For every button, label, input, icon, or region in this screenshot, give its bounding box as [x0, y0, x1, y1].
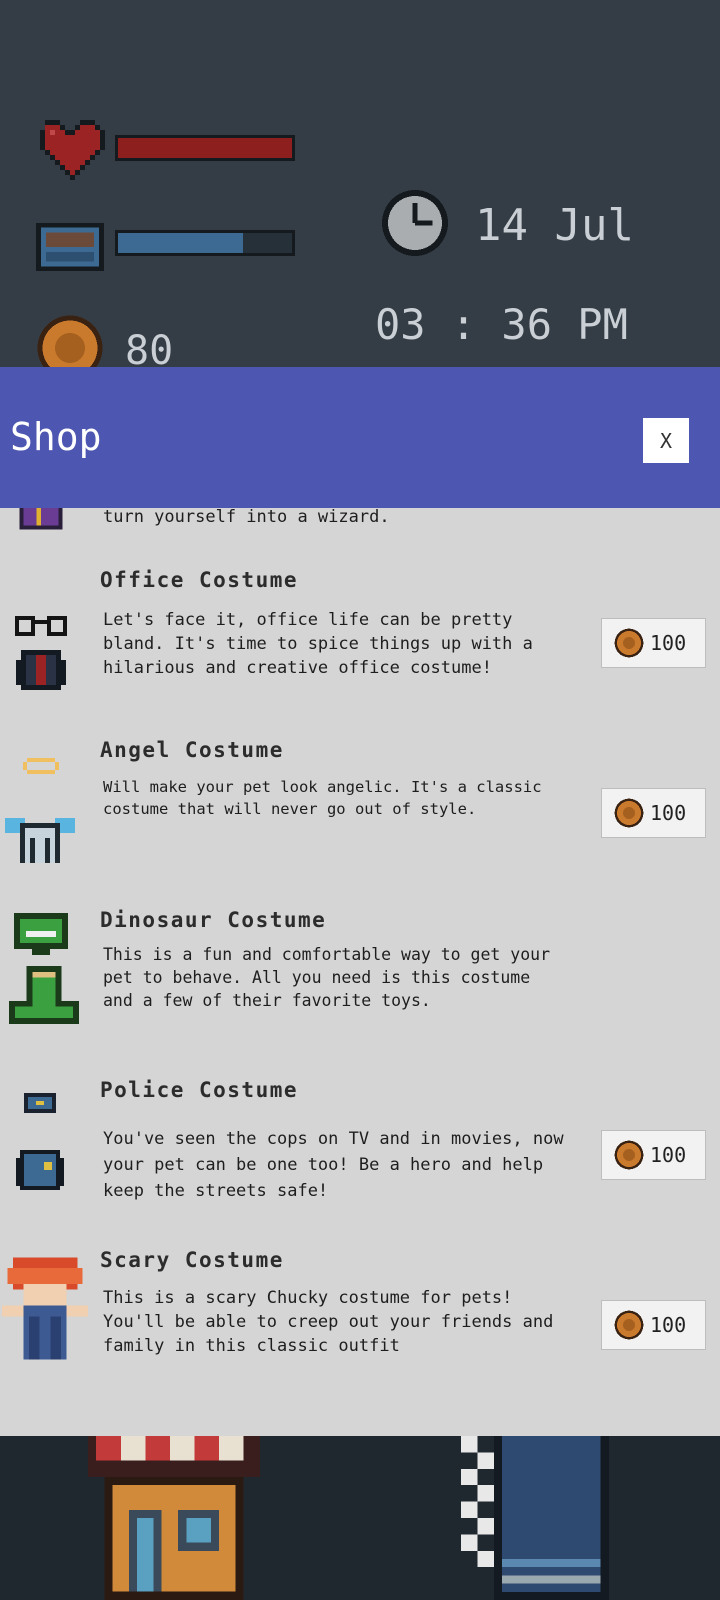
- item-title: Scary Costume: [100, 1248, 284, 1272]
- list-item-police[interactable]: Police Costume You've seen the cops on T…: [0, 1078, 720, 1228]
- list-item-dinosaur[interactable]: Dinosaur Costume This is a fun and comfo…: [0, 908, 720, 1058]
- coin-icon: [614, 1310, 644, 1340]
- wizard-costume-icon: [19, 508, 63, 530]
- list-item-angel[interactable]: Angel Costume Will make your pet look an…: [0, 738, 720, 888]
- item-title: Dinosaur Costume: [100, 908, 327, 932]
- shop-header: Shop X: [0, 367, 720, 508]
- price-value: 100: [650, 631, 687, 655]
- buy-button[interactable]: 100: [601, 1130, 706, 1180]
- shop-list[interactable]: turn yourself into a wizard. Office Cost…: [0, 508, 720, 1436]
- halo-icon: [23, 758, 59, 774]
- food-bowl-icon: [36, 222, 104, 272]
- hunger-bar: [115, 230, 295, 256]
- item-description: Will make your pet look angelic. It's a …: [103, 778, 542, 818]
- item-title: Police Costume: [100, 1078, 299, 1102]
- buy-button[interactable]: 100: [601, 788, 706, 838]
- buy-button[interactable]: 100: [601, 618, 706, 668]
- item-description: This is a fun and comfortable way to get…: [103, 945, 551, 1010]
- item-title: Office Costume: [100, 568, 299, 592]
- price-value: 100: [650, 1143, 687, 1167]
- close-button[interactable]: X: [643, 418, 689, 463]
- list-item-wizard: turn yourself into a wizard.: [0, 508, 720, 538]
- shop-icon[interactable]: [88, 1436, 260, 1600]
- police-uniform-icon: [16, 1150, 64, 1190]
- health-bar: [115, 135, 295, 161]
- item-description: This is a scary Chucky costume for pets!…: [103, 1288, 554, 1356]
- clock-icon: [382, 190, 448, 256]
- coin-icon: [614, 1140, 644, 1170]
- heart-icon: [40, 120, 105, 180]
- price-value: 100: [650, 1313, 687, 1337]
- angel-wings-icon: [5, 818, 75, 863]
- status-hud: 14 Jul 03 : 36 PM 80: [0, 0, 720, 374]
- item-description: Let's face it, office life can be pretty…: [103, 610, 533, 678]
- police-cap-icon: [24, 1093, 56, 1113]
- closet-icon[interactable]: [460, 1436, 610, 1600]
- coin-icon: [614, 798, 644, 828]
- coin-icon: [614, 628, 644, 658]
- bottom-nav: [0, 1436, 720, 1600]
- price-value: 100: [650, 801, 687, 825]
- hunger-bar-fill: [118, 233, 244, 253]
- office-suit-icon: [16, 650, 66, 690]
- coin-icon: [37, 315, 103, 373]
- date-display: 14 Jul: [475, 200, 634, 251]
- list-item-office[interactable]: Office Costume Let's face it, office lif…: [0, 568, 720, 708]
- glasses-icon: [15, 616, 67, 636]
- dinosaur-head-icon: [14, 913, 68, 955]
- item-title: Angel Costume: [100, 738, 284, 762]
- scary-costume-icon: [2, 1257, 88, 1360]
- buy-button[interactable]: 100: [601, 1300, 706, 1350]
- health-bar-fill: [118, 138, 292, 158]
- item-description: turn yourself into a wizard.: [103, 508, 390, 527]
- list-item-scary[interactable]: Scary Costume This is a scary Chucky cos…: [0, 1248, 720, 1398]
- item-description: You've seen the cops on TV and in movies…: [103, 1129, 564, 1201]
- shop-title: Shop: [10, 415, 102, 459]
- time-display: 03 : 36 PM: [375, 300, 628, 349]
- dinosaur-body-icon: [9, 966, 79, 1024]
